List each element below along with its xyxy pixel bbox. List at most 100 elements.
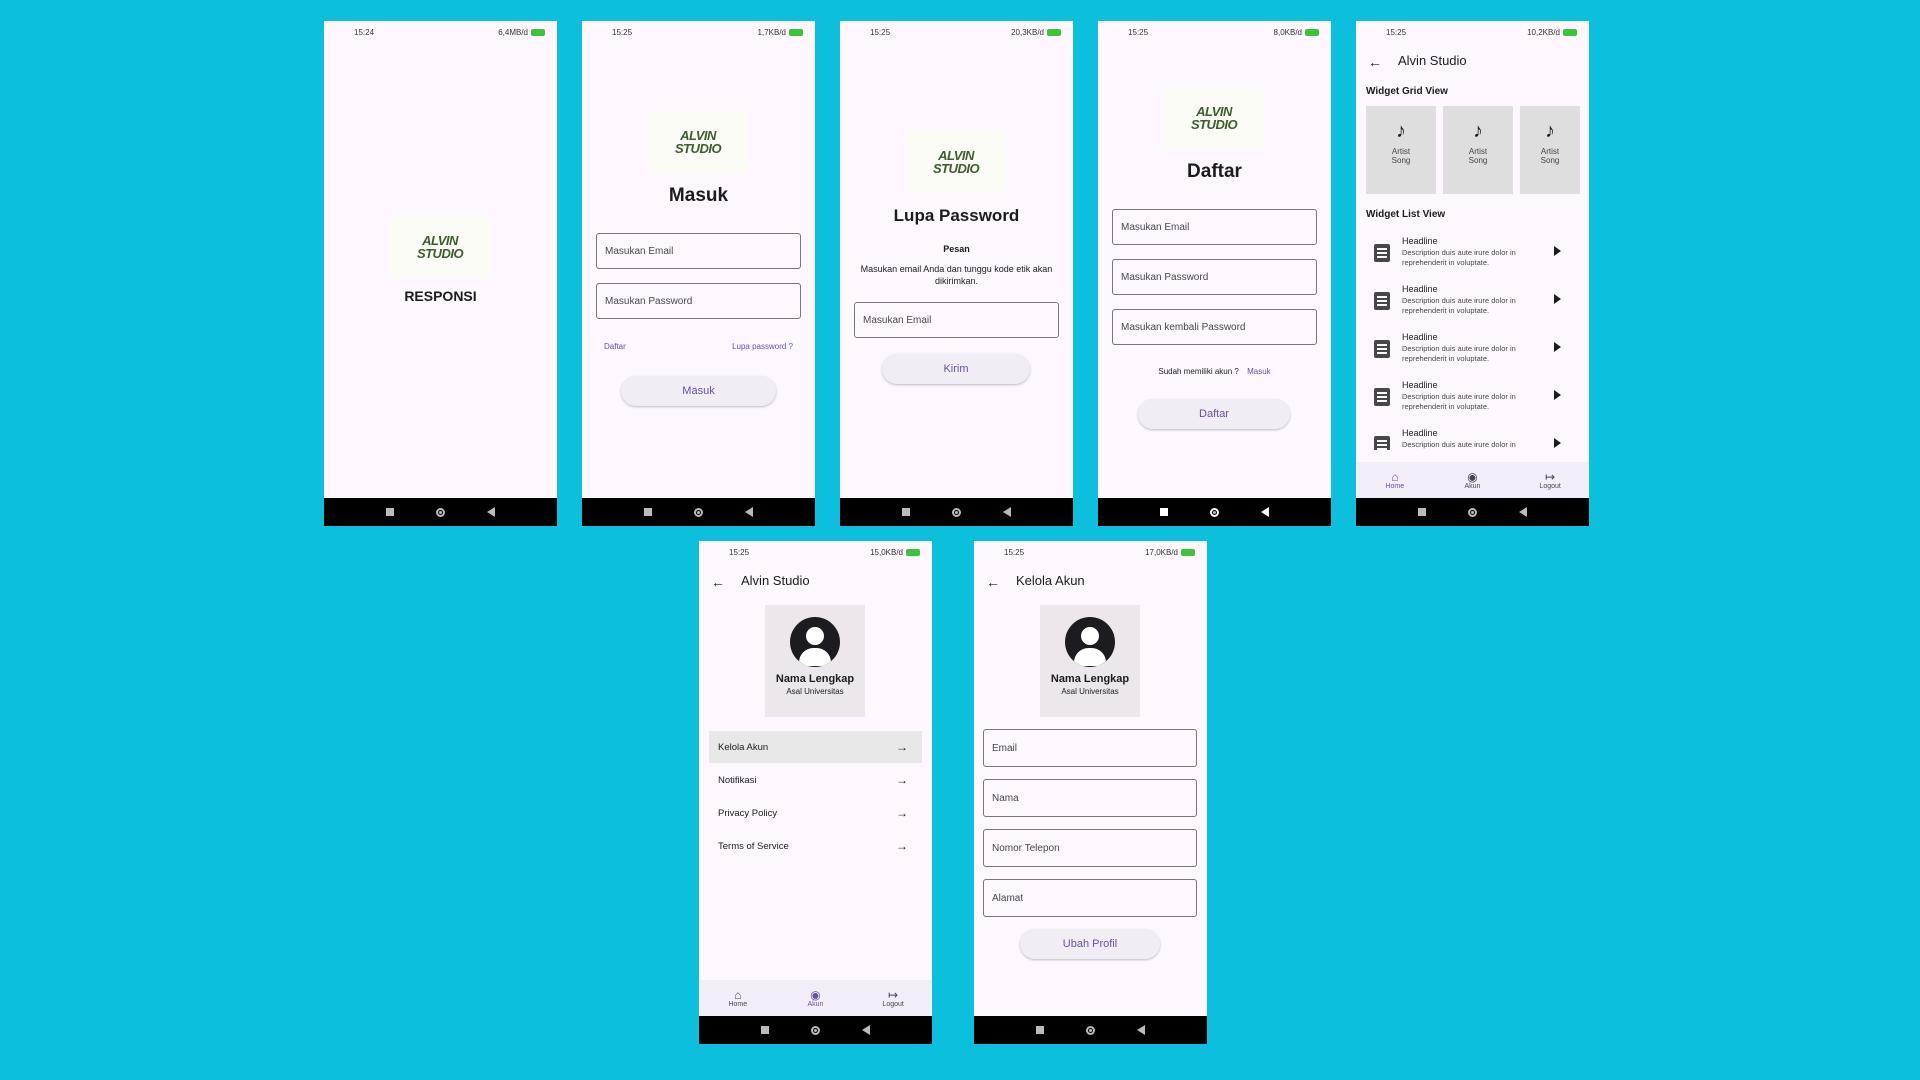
screen-home: 15:25 10,2KB/d ← Alvin Studio Widget Gri… xyxy=(1356,21,1589,526)
system-nav-bar xyxy=(1356,498,1589,526)
email-field[interactable]: Masukan Email xyxy=(596,233,801,269)
arrow-right-icon: → xyxy=(896,740,908,754)
register-link[interactable]: Daftar xyxy=(604,342,626,351)
home-icon[interactable] xyxy=(952,507,961,517)
back-icon[interactable] xyxy=(1003,507,1011,517)
update-profile-button[interactable]: Ubah Profil xyxy=(1020,929,1160,959)
menu-privacy-policy[interactable]: Privacy Policy → xyxy=(709,797,922,829)
play-icon[interactable] xyxy=(1554,438,1561,448)
register-button[interactable]: Daftar xyxy=(1138,399,1290,429)
recent-apps-icon[interactable] xyxy=(644,508,652,516)
bottom-nav: ⌂ Home ◉ Akun ↦ Logout xyxy=(699,980,932,1016)
phone-field[interactable]: Nomor Telepon xyxy=(983,829,1197,867)
status-bar: 15:25 1,7KB/d xyxy=(582,21,815,43)
network-speed: 15,0KB/d xyxy=(870,547,903,557)
home-icon[interactable] xyxy=(694,507,703,517)
nav-home[interactable]: ⌂ Home xyxy=(708,989,768,1008)
back-icon[interactable] xyxy=(487,507,495,517)
status-bar: 15:25 15,0KB/d xyxy=(699,541,932,563)
recent-apps-icon[interactable] xyxy=(761,1026,769,1034)
email-field[interactable]: Masukan Email xyxy=(1112,209,1317,245)
list-item[interactable]: Headline Description duis aute irure dol… xyxy=(1366,328,1579,374)
battery-icon xyxy=(1047,28,1061,36)
music-note-icon: ♪ xyxy=(1396,120,1406,142)
forgot-password-link[interactable]: Lupa password ? xyxy=(732,342,793,351)
document-icon xyxy=(1374,388,1390,406)
grid-item[interactable]: ♪ Artist Song xyxy=(1520,106,1580,194)
confirm-password-field[interactable]: Masukan kembali Password xyxy=(1112,309,1317,345)
back-icon[interactable] xyxy=(862,1025,870,1035)
status-bar: 15:24 6,4MB/d xyxy=(324,21,557,43)
recent-apps-icon[interactable] xyxy=(1036,1026,1044,1034)
battery-icon xyxy=(789,28,803,36)
app-logo: ALVIN STUDIO xyxy=(390,216,490,278)
home-icon[interactable] xyxy=(1210,507,1219,517)
password-field[interactable]: Masukan Password xyxy=(1112,259,1317,295)
menu-terms-of-service[interactable]: Terms of Service → xyxy=(709,830,922,862)
message-subtitle: Pesan xyxy=(943,244,970,254)
back-arrow-icon[interactable]: ← xyxy=(986,574,1000,590)
list-item[interactable]: Headline Description duis aute irure dol… xyxy=(1366,424,1579,450)
email-field[interactable]: Email xyxy=(983,729,1197,767)
play-icon[interactable] xyxy=(1554,246,1561,256)
status-bar: 15:25 10,2KB/d xyxy=(1356,21,1589,43)
app-logo: ALVIN STUDIO xyxy=(906,131,1006,193)
account-circle-icon: ◉ xyxy=(810,987,821,1002)
address-field[interactable]: Alamat xyxy=(983,879,1197,917)
battery-icon xyxy=(1563,28,1577,36)
page-title: Masuk xyxy=(668,185,729,206)
send-button[interactable]: Kirim xyxy=(882,354,1030,384)
nav-akun[interactable]: ◉ Akun xyxy=(785,989,845,1008)
nav-home[interactable]: ⌂ Home xyxy=(1365,471,1425,490)
recent-apps-icon[interactable] xyxy=(902,508,910,516)
recent-apps-icon[interactable] xyxy=(1418,508,1426,516)
recent-apps-icon[interactable] xyxy=(386,508,394,516)
home-icon[interactable] xyxy=(1468,507,1477,517)
recent-apps-icon[interactable] xyxy=(1160,508,1168,516)
grid-item[interactable]: ♪ Artist Song xyxy=(1443,106,1513,194)
battery-icon xyxy=(1181,548,1195,556)
profile-name: Nama Lengkap xyxy=(775,673,855,685)
list-item[interactable]: Headline Description duis aute irure dol… xyxy=(1366,232,1579,278)
back-icon[interactable] xyxy=(1519,507,1527,517)
back-arrow-icon[interactable]: ← xyxy=(711,574,725,590)
password-field[interactable]: Masukan Password xyxy=(596,283,801,319)
home-icon[interactable] xyxy=(1086,1025,1095,1035)
name-field[interactable]: Nama xyxy=(983,779,1197,817)
list-item[interactable]: Headline Description duis aute irure dol… xyxy=(1366,376,1579,422)
login-button[interactable]: Masuk xyxy=(621,376,776,406)
home-icon[interactable] xyxy=(811,1025,820,1035)
network-speed: 8,0KB/d xyxy=(1273,27,1302,37)
play-icon[interactable] xyxy=(1554,294,1561,304)
network-speed: 17,0KB/d xyxy=(1145,547,1178,557)
status-time: 15:25 xyxy=(1386,27,1407,37)
login-link[interactable]: Masuk xyxy=(1247,367,1271,376)
back-icon[interactable] xyxy=(745,507,753,517)
list-item[interactable]: Headline Description duis aute irure dol… xyxy=(1366,280,1579,326)
arrow-right-icon: → xyxy=(896,773,908,787)
email-field[interactable]: Masukan Email xyxy=(854,302,1059,338)
nav-logout[interactable]: ↦ Logout xyxy=(863,989,923,1008)
network-speed: 1,7KB/d xyxy=(757,27,786,37)
menu-kelola-akun[interactable]: Kelola Akun → xyxy=(709,731,922,763)
play-icon[interactable] xyxy=(1554,342,1561,352)
back-arrow-icon[interactable]: ← xyxy=(1368,54,1382,70)
back-icon[interactable] xyxy=(1137,1025,1145,1035)
profile-university: Asal Universitas xyxy=(786,687,844,696)
profile-university: Asal Universitas xyxy=(1061,687,1119,696)
play-icon[interactable] xyxy=(1554,390,1561,400)
nav-akun[interactable]: ◉ Akun xyxy=(1442,471,1502,490)
home-icon[interactable] xyxy=(436,507,445,517)
nav-logout[interactable]: ↦ Logout xyxy=(1520,471,1580,490)
system-nav-bar xyxy=(1098,498,1331,526)
battery-icon xyxy=(531,28,545,36)
back-icon[interactable] xyxy=(1261,507,1269,517)
screen-forgot-password: 15:25 20,3KB/d ALVIN STUDIO Lupa Password… xyxy=(840,21,1073,526)
grid-item[interactable]: ♪ Artist Song xyxy=(1366,106,1436,194)
network-speed: 6,4MB/d xyxy=(498,27,528,37)
system-nav-bar xyxy=(699,1016,932,1044)
profile-card: Nama Lengkap Asal Universitas xyxy=(765,605,865,717)
page-title: Daftar xyxy=(1187,161,1242,182)
status-time: 15:25 xyxy=(1004,547,1025,557)
menu-notifikasi[interactable]: Notifikasi → xyxy=(709,764,922,796)
